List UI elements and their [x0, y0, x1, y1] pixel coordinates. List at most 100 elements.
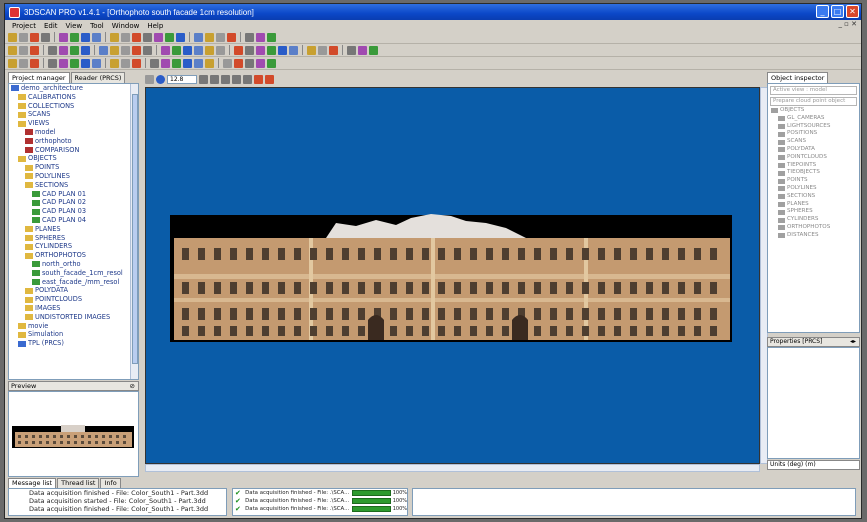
tab-reader[interactable]: Reader (PRCS) [70, 72, 126, 83]
tree-item[interactable]: north_ortho [9, 260, 138, 269]
mdi-controls[interactable]: _ ▫ ✕ [838, 20, 857, 28]
zoom-select[interactable]: 12.8 [167, 74, 197, 84]
tree-item[interactable]: POINTS [9, 163, 138, 172]
tab-object-inspector[interactable]: Object inspector [767, 72, 829, 83]
toolbar-button-icon[interactable] [289, 45, 298, 55]
toolbar-button-icon[interactable] [132, 32, 141, 42]
inspector-item[interactable]: POINTCLOUDS [768, 154, 859, 162]
toolbar-button-icon[interactable] [48, 58, 57, 68]
tree-item[interactable]: east_facade_/mm_resol [9, 278, 138, 287]
toolbar-button-icon[interactable] [59, 58, 68, 68]
toolbar-button-icon[interactable] [267, 45, 276, 55]
menu-tool[interactable]: Tool [86, 22, 108, 30]
inspector-item[interactable]: SECTIONS [768, 193, 859, 201]
inspector-item[interactable]: GL_CAMERAS [768, 115, 859, 123]
toolbar-button-icon[interactable] [92, 32, 101, 42]
inspector-item[interactable]: POINTS [768, 177, 859, 185]
toolbar-button-icon[interactable] [30, 45, 39, 55]
maximize-button[interactable]: □ [831, 5, 844, 18]
toolbar-button-icon[interactable] [121, 32, 130, 42]
tree-item[interactable]: movie [9, 322, 138, 331]
toolbar-button-icon[interactable] [194, 58, 203, 68]
toolbar-button-icon[interactable] [110, 45, 119, 55]
tree-item[interactable]: POLYDATA [9, 286, 138, 295]
toolbar-button-icon[interactable] [172, 58, 181, 68]
menu-view[interactable]: View [62, 22, 87, 30]
tab-thread-list[interactable]: Thread list [57, 478, 100, 488]
toolbar-button-icon[interactable] [99, 45, 108, 55]
toolbar-button-icon[interactable] [307, 45, 316, 55]
toolbar-button-icon[interactable] [8, 32, 17, 42]
toolbar-button-icon[interactable] [132, 58, 141, 68]
toolbar-button-icon[interactable] [358, 45, 367, 55]
inspector-item[interactable]: TIEPOINTS [768, 162, 859, 170]
toolbar-button-icon[interactable] [256, 45, 265, 55]
active-view-field[interactable]: Active view : model [770, 86, 857, 95]
toolbar-button-icon[interactable] [150, 58, 159, 68]
tree-scrollbar[interactable] [130, 84, 138, 379]
tree-item[interactable]: COMPARISON [9, 146, 138, 155]
inspector-item[interactable]: POSITIONS [768, 130, 859, 138]
toolbar-button-icon[interactable] [81, 45, 90, 55]
toolbar-button-icon[interactable] [19, 32, 28, 42]
toolbar-button-icon[interactable] [41, 32, 50, 42]
zoom-in-icon[interactable] [199, 74, 208, 84]
inspector-item[interactable]: POLYLINES [768, 185, 859, 193]
tree-item[interactable]: CAD PLAN 02 [9, 198, 138, 207]
toolbar-button-icon[interactable] [245, 58, 254, 68]
toolbar-button-icon[interactable] [59, 32, 68, 42]
toolbar-button-icon[interactable] [172, 45, 181, 55]
inspector-item[interactable]: PLANES [768, 201, 859, 209]
toolbar-button-icon[interactable] [8, 58, 17, 68]
toolbar-button-icon[interactable] [245, 45, 254, 55]
pin-icon[interactable]: ◂▸ [850, 338, 856, 346]
tree-item[interactable]: SPHERES [9, 234, 138, 243]
tree-item[interactable]: COLLECTIONS [9, 102, 138, 111]
tree-item[interactable]: POINTCLOUDS [9, 295, 138, 304]
toolbar-button-icon[interactable] [227, 32, 236, 42]
tab-project-manager[interactable]: Project manager [8, 72, 70, 83]
toolbar-button-icon[interactable] [194, 45, 203, 55]
toolbar-button-icon[interactable] [110, 58, 119, 68]
toolbar-button-icon[interactable] [121, 45, 130, 55]
toolbar-button-icon[interactable] [234, 45, 243, 55]
toolbar-button-icon[interactable] [318, 45, 327, 55]
toolbar-button-icon[interactable] [92, 58, 101, 68]
tree-item[interactable]: CYLINDERS [9, 242, 138, 251]
toolbar-button-icon[interactable] [161, 58, 170, 68]
toolbar-button-icon[interactable] [19, 58, 28, 68]
toolbar-button-icon[interactable] [154, 32, 163, 42]
tree-item[interactable]: UNDISTORTED IMAGES [9, 313, 138, 322]
zoom-fit-icon[interactable] [221, 74, 230, 84]
toolbar-button-icon[interactable] [81, 32, 90, 42]
menu-help[interactable]: Help [143, 22, 167, 30]
toolbar-button-icon[interactable] [165, 32, 174, 42]
zoom-window-icon[interactable] [232, 74, 241, 84]
redo-icon[interactable] [265, 74, 274, 84]
toolbar-button-icon[interactable] [70, 58, 79, 68]
tree-item[interactable]: Simulation [9, 330, 138, 339]
toolbar-button-icon[interactable] [205, 45, 214, 55]
camera-icon[interactable] [145, 74, 154, 84]
tree-item[interactable]: CAD PLAN 04 [9, 216, 138, 225]
toolbar-button-icon[interactable] [143, 32, 152, 42]
inspector-item[interactable]: DISTANCES [768, 232, 859, 240]
toolbar-button-icon[interactable] [183, 45, 192, 55]
zoom-out-icon[interactable] [210, 74, 219, 84]
pin-icon[interactable]: ⊘ [130, 382, 135, 390]
tree-item[interactable]: SECTIONS [9, 181, 138, 190]
toolbar-button-icon[interactable] [234, 58, 243, 68]
toolbar-button-icon[interactable] [70, 45, 79, 55]
toolbar-button-icon[interactable] [205, 32, 214, 42]
undo-icon[interactable] [254, 74, 263, 84]
toolbar-button-icon[interactable] [110, 32, 119, 42]
tree-item[interactable]: OBJECTS [9, 154, 138, 163]
orthophoto-viewport[interactable] [145, 87, 760, 464]
inspector-item[interactable]: OBJECTS [768, 107, 859, 115]
menu-window[interactable]: Window [108, 22, 144, 30]
menu-project[interactable]: Project [8, 22, 40, 30]
tree-item[interactable]: IMAGES [9, 304, 138, 313]
inspector-item[interactable]: SPHERES [768, 208, 859, 216]
toolbar-button-icon[interactable] [267, 32, 276, 42]
toolbar-button-icon[interactable] [19, 45, 28, 55]
